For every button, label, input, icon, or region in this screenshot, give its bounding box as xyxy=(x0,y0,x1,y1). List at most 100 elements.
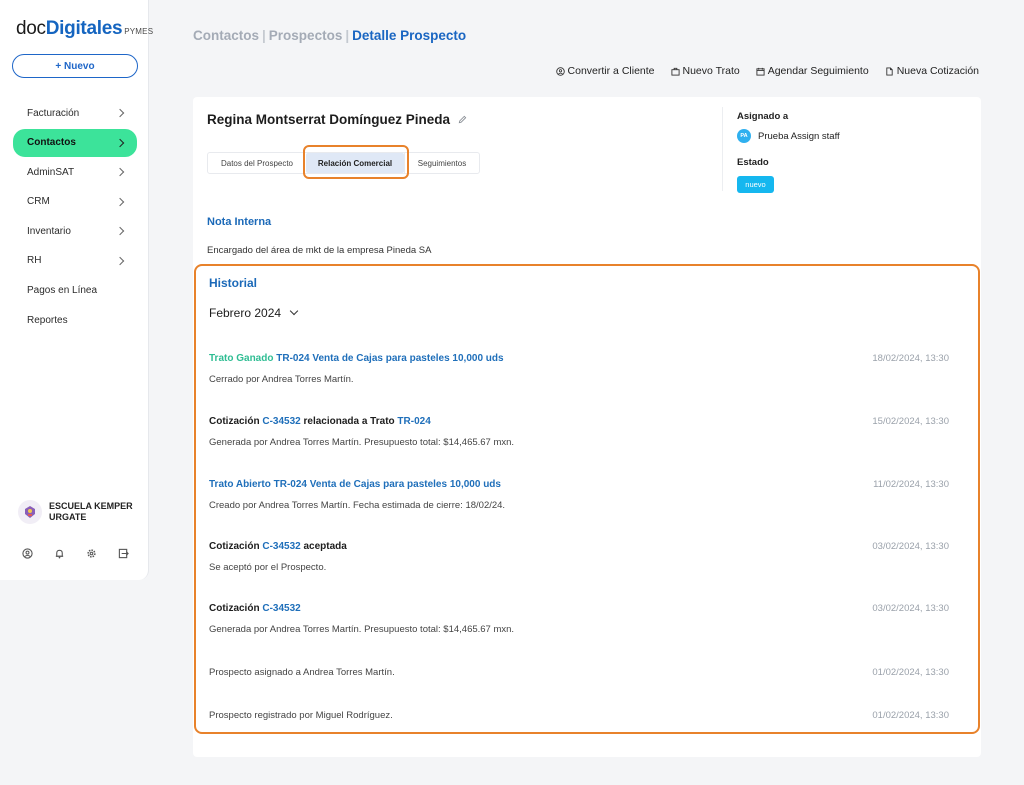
sidebar-item-pagos[interactable]: Pagos en Línea xyxy=(13,277,137,305)
assigned-to-label: Asignado a xyxy=(737,111,789,122)
history-entry: Prospecto asignado a Andrea Torres Martí… xyxy=(209,667,949,678)
entry-type: Cotización xyxy=(209,541,260,552)
sidebar-nav: Facturación Contactos AdminSAT CRM Inven… xyxy=(13,99,137,336)
chevron-right-icon xyxy=(115,256,125,266)
breadcrumb-contactos[interactable]: Contactos xyxy=(193,28,259,43)
sidebar-item-inventario[interactable]: Inventario xyxy=(13,217,137,245)
tab-label: Datos del Prospecto xyxy=(220,158,294,168)
tab-seguimientos[interactable]: Seguimientos xyxy=(404,153,479,173)
gear-icon[interactable] xyxy=(86,548,97,559)
entry-type: Trato Ganado xyxy=(209,353,274,364)
convert-to-client-button[interactable]: Convertir a Cliente xyxy=(555,65,655,77)
prospect-tabs: Datos del Prospecto Relación Comercial S… xyxy=(207,152,480,174)
entry-title: Cotización C-34532 relacionada a Trato T… xyxy=(209,416,949,427)
new-deal-button[interactable]: Nuevo Trato xyxy=(670,65,740,77)
entry-relation: aceptada xyxy=(303,541,347,552)
status-badge[interactable]: nuevo xyxy=(737,176,774,193)
sidebar-item-adminsat[interactable]: AdminSAT xyxy=(13,158,137,186)
sidebar-item-label: Reportes xyxy=(27,314,68,326)
tab-datos-prospecto[interactable]: Datos del Prospecto xyxy=(208,153,306,173)
bell-icon[interactable] xyxy=(54,548,65,559)
history-entry: Trato Abierto TR-024 Venta de Cajas para… xyxy=(209,479,949,511)
sidebar-item-label: Pagos en Línea xyxy=(27,285,98,297)
entry-title: Cotización C-34532 aceptada xyxy=(209,541,949,552)
internal-note-title: Nota Interna xyxy=(207,216,272,228)
quote-link[interactable]: C-34532 xyxy=(262,541,300,552)
sidebar-item-reportes[interactable]: Reportes xyxy=(13,306,137,334)
history-section: Historial Febrero 2024 Trato Ganado TR-0… xyxy=(194,264,980,734)
entry-description: Generada por Andrea Torres Martín. Presu… xyxy=(209,624,515,635)
history-title: Historial xyxy=(209,276,258,290)
company-switcher[interactable]: ESCUELA KEMPER URGATE xyxy=(18,500,144,524)
quote-link[interactable]: C-34532 xyxy=(262,416,300,427)
sidebar-item-rh[interactable]: RH xyxy=(13,247,137,275)
user-circle-icon[interactable] xyxy=(22,548,33,559)
schedule-followup-label: Agendar Seguimiento xyxy=(767,65,869,77)
prospect-name: Regina Montserrat Domínguez Pineda xyxy=(207,112,467,127)
logo-part-pymes: PYMES xyxy=(124,27,154,36)
history-entry: Prospecto registrado por Miguel Rodrígue… xyxy=(209,710,949,721)
history-entry: Cotización C-34532 Generada por Andrea T… xyxy=(209,603,949,635)
entry-title: Cotización C-34532 xyxy=(209,603,949,614)
entry-date: 01/02/2024, 13:30 xyxy=(872,667,949,678)
user-circle-icon xyxy=(555,66,565,76)
entry-description: Prospecto registrado por Miguel Rodrígue… xyxy=(209,710,393,721)
document-icon xyxy=(886,66,893,76)
new-quote-label: Nueva Cotización xyxy=(896,65,979,77)
logo-part-digitales: Digitales xyxy=(45,18,123,39)
sidebar-item-label: CRM xyxy=(27,196,50,208)
entry-description: Creado por Andrea Torres Martín. Fecha e… xyxy=(209,500,506,511)
entry-date: 01/02/2024, 13:30 xyxy=(872,710,949,721)
breadcrumb: Contactos | Prospectos | Detalle Prospecto xyxy=(193,28,466,43)
entry-date: 03/02/2024, 13:30 xyxy=(872,541,949,552)
convert-to-client-label: Convertir a Cliente xyxy=(567,65,655,77)
chevron-right-icon xyxy=(115,138,125,147)
entry-description: Cerrado por Andrea Torres Martín. xyxy=(209,374,354,385)
sidebar-bottom-icons xyxy=(22,548,129,559)
month-selector[interactable]: Febrero 2024 xyxy=(209,306,299,320)
sidebar-item-contactos[interactable]: Contactos xyxy=(13,128,137,157)
new-button-label: + Nuevo xyxy=(55,60,95,72)
deal-link[interactable]: TR-024 xyxy=(397,416,430,427)
quote-link[interactable]: C-34532 xyxy=(262,603,300,614)
history-entry: Trato Ganado TR-024 Venta de Cajas para … xyxy=(209,353,949,385)
internal-note-text: Encargado del área de mkt de la empresa … xyxy=(207,245,432,256)
sidebar-item-label: Contactos xyxy=(27,137,76,149)
deal-link[interactable]: TR-024 Venta de Cajas para pasteles 10,0… xyxy=(276,353,503,364)
schedule-followup-button[interactable]: Agendar Seguimiento xyxy=(756,65,869,77)
history-entry: Cotización C-34532 relacionada a Trato T… xyxy=(209,416,949,448)
sidebar: docDigitales PYMES + Nuevo Facturación Co… xyxy=(0,0,153,580)
sidebar-item-facturacion[interactable]: Facturación xyxy=(13,99,137,127)
logout-icon[interactable] xyxy=(118,548,129,559)
chevron-right-icon xyxy=(115,197,125,207)
entry-title: Trato Ganado TR-024 Venta de Cajas para … xyxy=(209,353,949,364)
vertical-divider xyxy=(722,107,723,191)
sidebar-item-crm[interactable]: CRM xyxy=(13,188,137,216)
sidebar-item-label: Facturación xyxy=(27,107,80,119)
tab-label: Relación Comercial xyxy=(317,158,393,168)
entry-description: Se aceptó por el Prospecto. xyxy=(209,562,327,573)
assignee[interactable]: PA Prueba Assign staff xyxy=(737,129,840,143)
app-logo[interactable]: docDigitales PYMES xyxy=(16,18,153,40)
edit-pencil-icon[interactable] xyxy=(458,115,467,124)
history-entry: Cotización C-34532 aceptada Se aceptó po… xyxy=(209,541,949,573)
entry-description: Prospecto asignado a Andrea Torres Martí… xyxy=(209,667,395,678)
chevron-right-icon xyxy=(115,108,125,118)
status-label: Estado xyxy=(737,157,769,168)
breadcrumb-prospectos[interactable]: Prospectos xyxy=(269,28,343,43)
assignee-name: Prueba Assign staff xyxy=(758,130,840,142)
entry-description: Generada por Andrea Torres Martín. Presu… xyxy=(209,437,515,448)
calendar-icon xyxy=(756,67,765,76)
new-quote-button[interactable]: Nueva Cotización xyxy=(885,65,979,77)
sidebar-item-label: Inventario xyxy=(27,225,71,237)
breadcrumb-current: Detalle Prospecto xyxy=(352,28,467,43)
chevron-right-icon xyxy=(115,167,125,177)
deal-link[interactable]: TR-024 Venta de Cajas para pasteles 10,0… xyxy=(274,479,501,490)
new-button[interactable]: + Nuevo xyxy=(12,54,138,78)
tab-relacion-comercial[interactable]: Relación Comercial xyxy=(306,153,404,173)
entry-date: 18/02/2024, 13:30 xyxy=(872,353,949,364)
breadcrumb-separator: | xyxy=(345,28,350,43)
entry-title: Trato Abierto TR-024 Venta de Cajas para… xyxy=(209,479,949,490)
sidebar-item-label: RH xyxy=(27,255,42,267)
chevron-down-icon xyxy=(289,306,299,316)
